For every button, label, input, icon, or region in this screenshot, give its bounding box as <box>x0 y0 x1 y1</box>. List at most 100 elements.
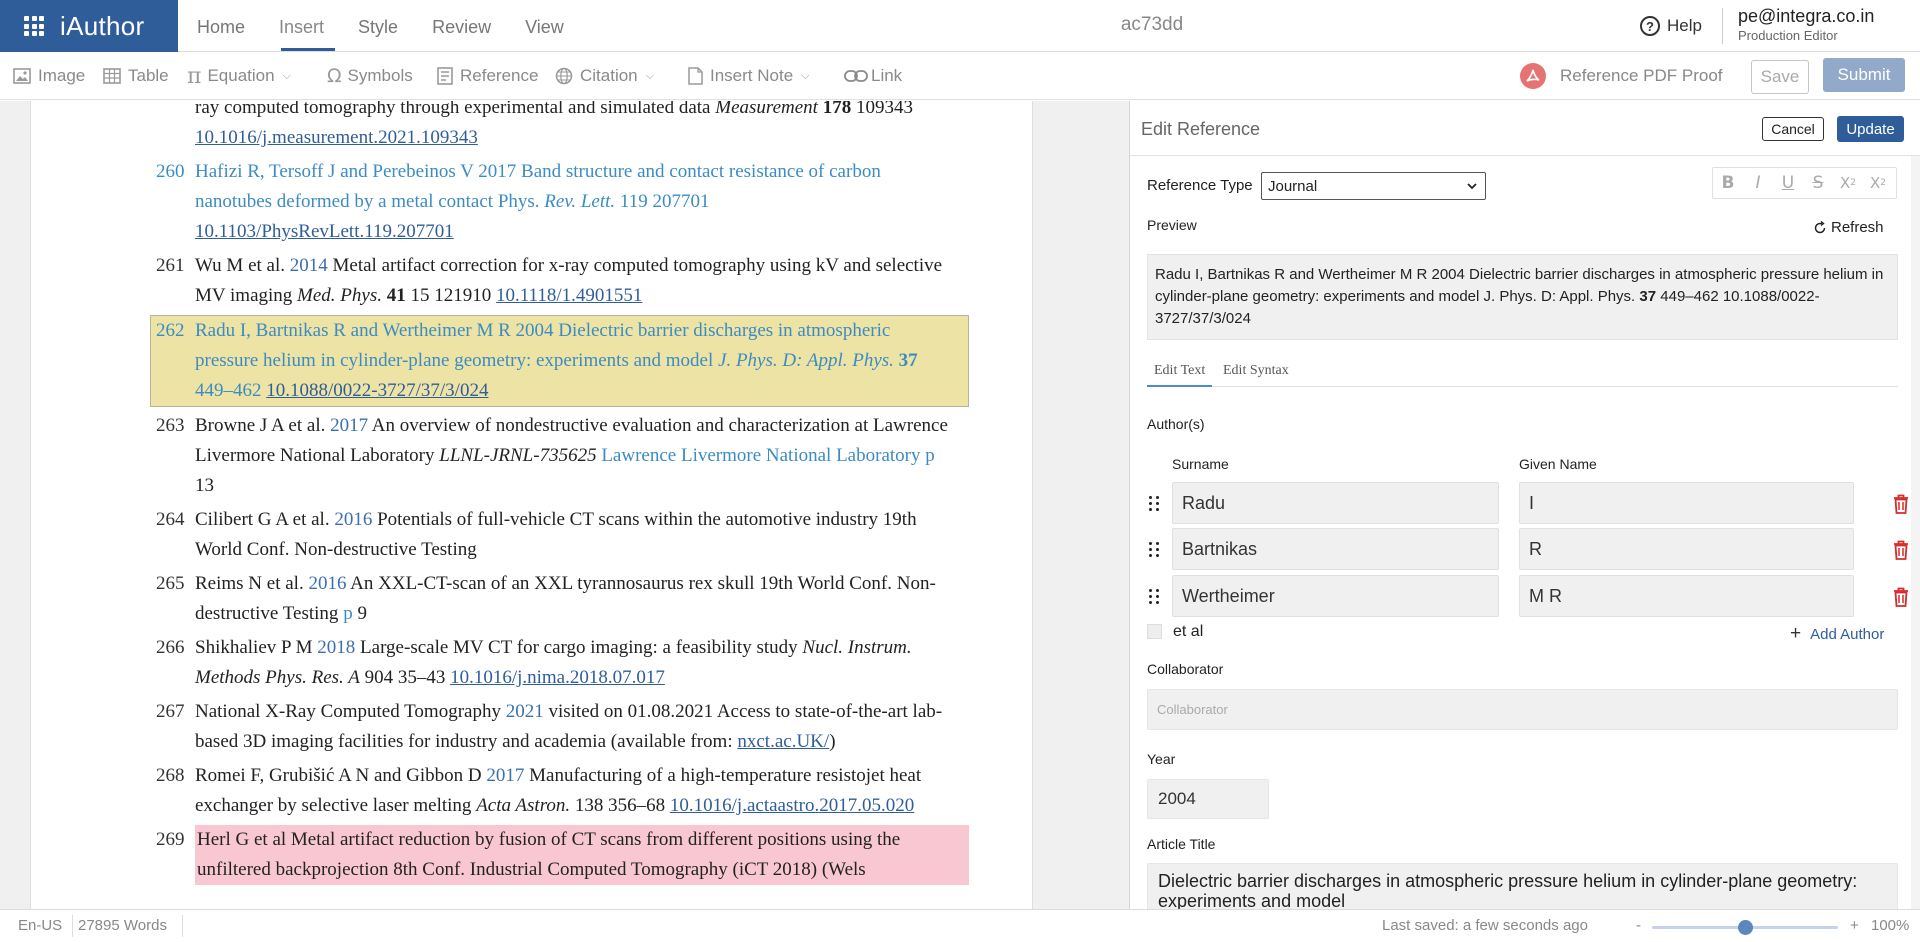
reference-text: 2021 <box>505 701 544 722</box>
et-al-checkbox[interactable] <box>1147 624 1162 639</box>
reference-entry[interactable]: 269 Herl G et al Metal artifact reduction… <box>156 825 969 885</box>
reference-text: Wu M et al. <box>195 255 290 276</box>
reference-entry[interactable]: 263 Browne J A et al. 2017 An overview of… <box>119 411 969 501</box>
user-role: Production Editor <box>1738 28 1838 43</box>
superscript-icon[interactable]: X2 <box>1863 168 1893 198</box>
update-button[interactable]: Update <box>1837 116 1904 142</box>
reference-text: p <box>343 603 353 624</box>
user-menu[interactable]: pe@integra.co.in Production Editor <box>1738 6 1874 43</box>
reference-text: 2014 <box>289 255 328 276</box>
add-author-button[interactable]: + Add Author <box>1790 623 1884 645</box>
bold-icon[interactable]: B <box>1713 168 1743 198</box>
doi-link[interactable]: 10.1088/0022-3727/37/3/024 <box>266 380 488 401</box>
drag-handle-icon[interactable] <box>1149 542 1161 558</box>
reference-text: Cilibert G A et al. <box>195 509 335 530</box>
zoom-slider-thumb[interactable] <box>1738 920 1753 935</box>
reference-list: ray computed tomography through experime… <box>119 101 969 889</box>
menu-review[interactable]: Review <box>415 0 508 52</box>
apps-grid-icon[interactable] <box>24 16 44 36</box>
tab-edit-text[interactable]: Edit Text <box>1147 363 1213 387</box>
doi-link[interactable]: nxct.ac.UK/ <box>737 731 829 752</box>
zoom-out-button[interactable]: - <box>1636 917 1641 934</box>
italic-icon[interactable]: I <box>1743 168 1773 198</box>
reference-text: 2016 <box>308 573 347 594</box>
drag-handle-icon[interactable] <box>1149 496 1161 512</box>
reference-text: Shikhaliev P M <box>195 637 318 658</box>
reference-entry[interactable]: 266 Shikhaliev P M 2018 Large-scale MV CT… <box>119 633 969 693</box>
menu-style[interactable]: Style <box>341 0 415 52</box>
surname-field[interactable]: Wertheimer <box>1172 575 1499 617</box>
reference-entry[interactable]: 264 Cilibert G A et al. 2016 Potentials o… <box>119 505 969 565</box>
status-divider <box>72 915 73 937</box>
doi-link[interactable]: 10.1016/j.nima.2018.07.017 <box>450 667 665 688</box>
subscript-icon[interactable]: X2 <box>1833 168 1863 198</box>
insert-link-button[interactable]: Link <box>844 52 902 100</box>
drag-handle-icon[interactable] <box>1149 589 1161 605</box>
zoom-in-button[interactable]: + <box>1850 917 1859 934</box>
reference-entry[interactable]: 267 National X-Ray Computed Tomography 20… <box>119 697 969 757</box>
article-title-field[interactable]: Dielectric barrier discharges in atmosph… <box>1147 863 1898 909</box>
chevron-down-icon: ⌵ <box>282 69 291 82</box>
delete-icon[interactable] <box>1893 494 1909 514</box>
reference-number: 267 <box>156 701 185 722</box>
doi-link[interactable]: 10.1103/PhysRevLett.119.207701 <box>195 221 454 242</box>
insert-note-button[interactable]: Insert Note ⌵ <box>688 52 810 100</box>
menu-insert[interactable]: Insert <box>262 0 341 52</box>
collaborator-input[interactable]: Collaborator <box>1147 689 1898 730</box>
refresh-button[interactable]: Refresh <box>1813 219 1884 236</box>
reference-pdf-proof-button[interactable]: Reference PDF Proof <box>1520 52 1723 100</box>
reference-entry[interactable]: 262 Radu I, Bartnikas R and Wertheimer M … <box>150 315 969 407</box>
surname-field[interactable]: Bartnikas <box>1172 528 1499 570</box>
reference-entry[interactable]: 261 Wu M et al. 2014 Metal artifact corre… <box>119 251 969 311</box>
delete-icon[interactable] <box>1893 587 1909 607</box>
insert-citation-button[interactable]: Citation ⌵ <box>555 52 654 100</box>
reference-text: ray computed tomography through experime… <box>195 101 716 118</box>
help-icon: ? <box>1640 16 1660 36</box>
authors-label: Author(s) <box>1147 416 1205 432</box>
insert-table-button[interactable]: Table <box>103 52 169 100</box>
year-field[interactable]: 2004 <box>1147 779 1269 819</box>
document-id: ac73dd <box>1120 14 1184 35</box>
reference-text: Herl G et al Metal artifact reduction by… <box>197 829 901 880</box>
insert-equation-button[interactable]: π Equation ⌵ <box>187 52 291 100</box>
menu-home[interactable]: Home <box>180 0 262 52</box>
surname-field[interactable]: Radu <box>1172 482 1499 524</box>
insert-symbols-button[interactable]: Ω Symbols <box>327 52 413 100</box>
underline-icon[interactable]: U <box>1773 168 1803 198</box>
help-button[interactable]: ? Help <box>1640 12 1702 40</box>
doi-link[interactable]: 10.1016/j.measurement.2021.109343 <box>195 127 478 148</box>
reference-text: Large-scale MV CT for cargo imaging: a f… <box>355 637 803 658</box>
document-page: ray computed tomography through experime… <box>30 101 1033 909</box>
delete-icon[interactable] <box>1893 540 1909 560</box>
doi-link[interactable]: 10.1118/1.4901551 <box>496 285 642 306</box>
reference-text: 41 <box>386 285 406 306</box>
tab-edit-syntax[interactable]: Edit Syntax <box>1223 363 1289 387</box>
add-author-label: Add Author <box>1810 625 1885 643</box>
insert-image-button[interactable]: Image <box>13 52 85 100</box>
cancel-button[interactable]: Cancel <box>1762 117 1824 141</box>
reference-entry[interactable]: 265 Reims N et al. 2016 An XXL-CT-scan of… <box>119 569 969 629</box>
reference-number: 263 <box>156 415 185 436</box>
reference-text: 178 <box>822 101 852 118</box>
plus-icon: + <box>1790 623 1802 644</box>
save-button[interactable]: Save <box>1751 60 1809 94</box>
image-label: Image <box>38 66 86 85</box>
doi-link[interactable]: 10.1016/j.actaastro.2017.05.020 <box>670 795 914 816</box>
given-name-field[interactable]: I <box>1519 482 1854 524</box>
menu-view[interactable]: View <box>508 0 581 52</box>
reference-entry[interactable]: 268 Romei F, Grubišić A N and Gibbon D 20… <box>119 761 969 821</box>
strikethrough-icon[interactable]: S <box>1803 168 1833 198</box>
preview-volume: 37 <box>1639 288 1657 305</box>
submit-button[interactable]: Submit <box>1823 58 1905 92</box>
zoom-level: 100% <box>1871 917 1910 934</box>
insert-reference-button[interactable]: Reference <box>437 52 538 100</box>
language-indicator[interactable]: En-US <box>18 917 62 934</box>
panel-scrollbar[interactable] <box>1911 156 1920 909</box>
reference-text: 449–462 <box>195 380 267 401</box>
given-name-field[interactable]: R <box>1519 528 1854 570</box>
reference-type-select[interactable]: Journal <box>1261 172 1486 200</box>
reference-number: 269 <box>156 829 185 850</box>
given-name-field[interactable]: M R <box>1519 575 1854 617</box>
reference-entry[interactable]: ray computed tomography through experime… <box>119 101 969 153</box>
reference-entry[interactable]: 260 Hafizi R, Tersoff J and Perebeinos V … <box>119 157 969 247</box>
